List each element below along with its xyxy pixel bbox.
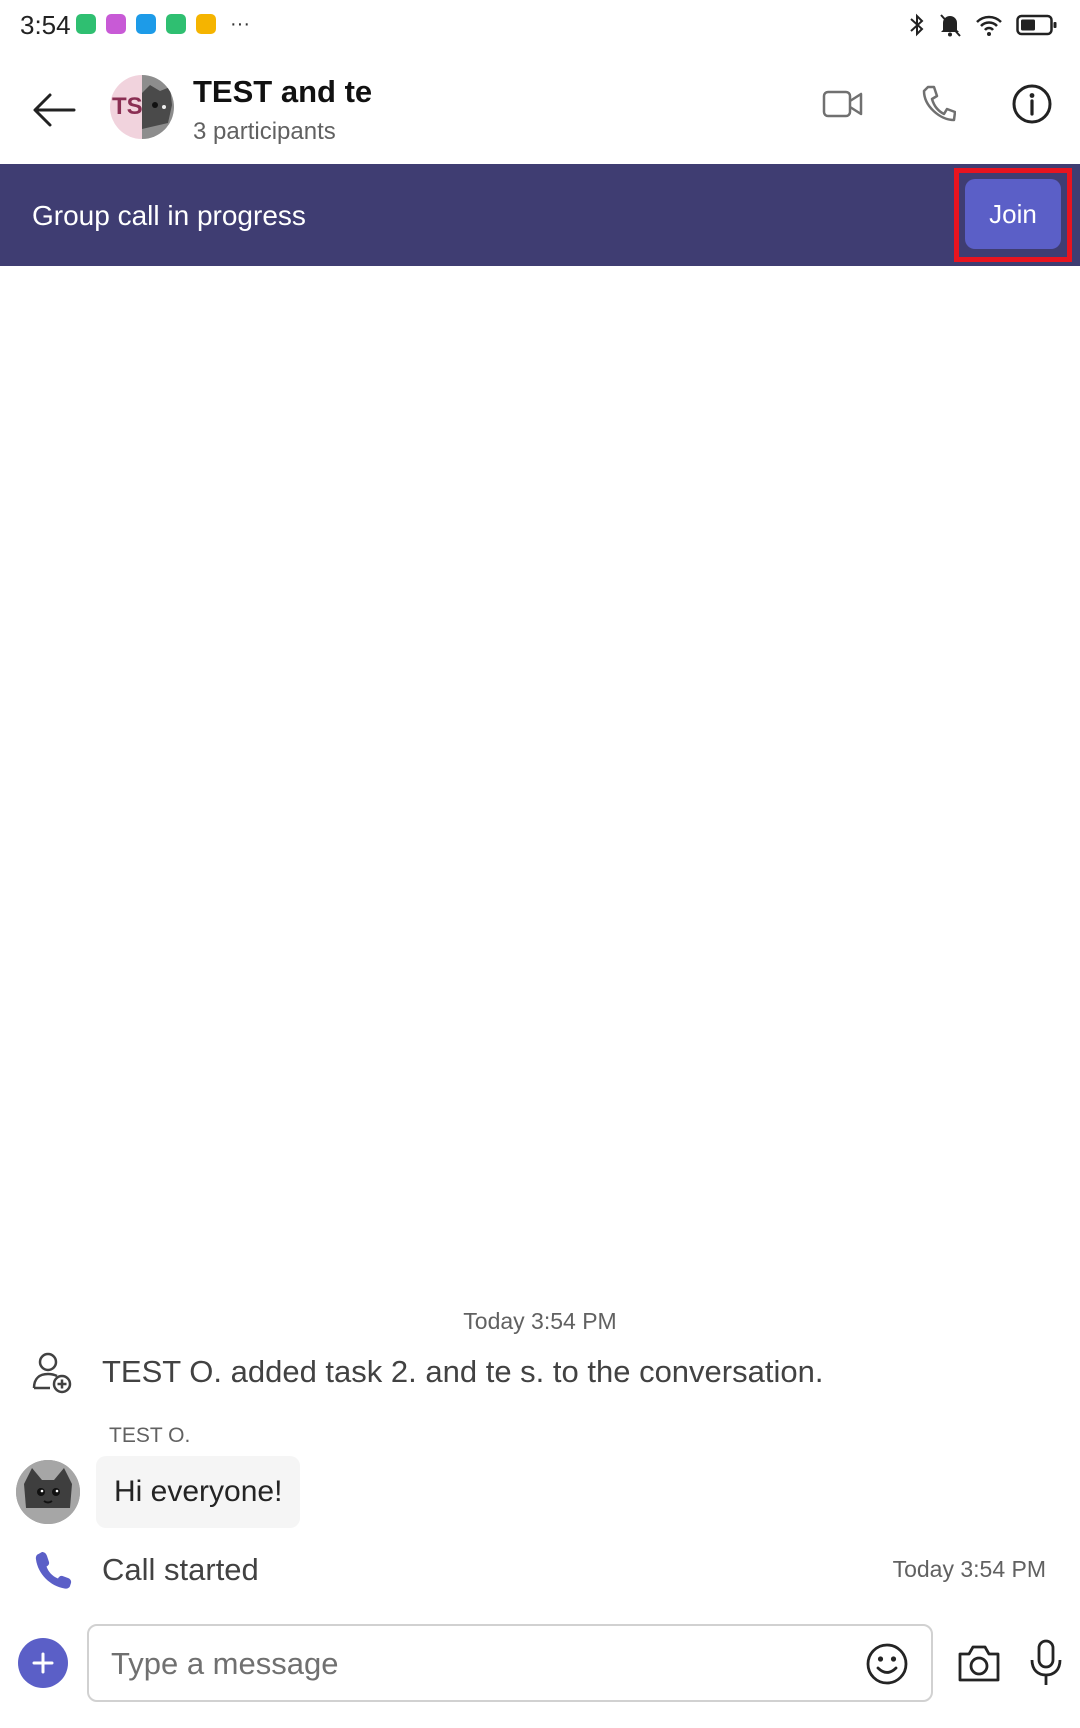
back-button[interactable] bbox=[26, 82, 82, 138]
app-notification-icon bbox=[106, 14, 126, 34]
sender-avatar[interactable] bbox=[16, 1460, 80, 1524]
app-notification-icon bbox=[166, 14, 186, 34]
system-message: TEST O. added task 2. and te s. to the c… bbox=[30, 1350, 1050, 1400]
app-notification-icon bbox=[136, 14, 156, 34]
video-call-button[interactable] bbox=[815, 76, 871, 132]
status-bar: 3:54 ··· bbox=[0, 0, 1080, 52]
video-camera-icon bbox=[822, 90, 863, 118]
microphone-icon[interactable] bbox=[1028, 1638, 1064, 1688]
emoji-icon[interactable] bbox=[865, 1642, 909, 1686]
arrow-left-icon bbox=[33, 93, 76, 127]
app-notification-icon bbox=[76, 14, 96, 34]
group-call-banner: Group call in progress Join bbox=[0, 164, 1080, 266]
sender-name: TEST O. bbox=[109, 1424, 191, 1447]
message-composer bbox=[0, 1614, 1080, 1728]
message-bubble[interactable]: Hi everyone! bbox=[96, 1456, 301, 1528]
chat-header: TS TEST and te 3 participants bbox=[0, 52, 1080, 164]
battery-icon bbox=[1016, 14, 1057, 36]
phone-icon bbox=[35, 1552, 72, 1589]
notification-icons: ··· bbox=[76, 14, 250, 34]
system-message-text: TEST O. added task 2. and te s. to the c… bbox=[102, 1354, 824, 1389]
group-avatar[interactable]: TS bbox=[110, 75, 174, 139]
status-time: 3:54 bbox=[20, 10, 71, 40]
call-event-time: Today 3:54 PM bbox=[892, 1556, 1046, 1582]
participants-count: 3 participants bbox=[193, 118, 336, 145]
join-call-button[interactable]: Join bbox=[965, 179, 1061, 249]
more-notifications-indicator: ··· bbox=[230, 13, 250, 35]
avatar-initials: TS bbox=[112, 93, 142, 120]
call-started-event: Call started Today 3:54 PM bbox=[30, 1546, 1050, 1598]
mute-icon bbox=[940, 14, 961, 37]
chat-info-button[interactable] bbox=[1004, 76, 1060, 132]
phone-icon bbox=[922, 85, 956, 122]
system-icons bbox=[908, 12, 1058, 38]
plus-icon bbox=[32, 1652, 54, 1674]
person-add-icon bbox=[32, 1352, 72, 1394]
app-notification-icon bbox=[196, 14, 216, 34]
camera-icon[interactable] bbox=[956, 1642, 1002, 1684]
call-banner-text: Group call in progress bbox=[32, 200, 306, 231]
chat-title[interactable]: TEST and te bbox=[193, 74, 372, 110]
call-event-text: Call started bbox=[102, 1552, 259, 1587]
initials-avatar: TS bbox=[110, 75, 142, 139]
add-attachment-button[interactable] bbox=[18, 1638, 68, 1688]
message-input-box bbox=[87, 1624, 933, 1702]
bluetooth-icon bbox=[910, 13, 924, 37]
wifi-icon bbox=[976, 15, 1002, 36]
conversation-timestamp: Today 3:54 PM bbox=[463, 1308, 617, 1334]
info-icon bbox=[1012, 84, 1052, 124]
cat-avatar bbox=[142, 75, 174, 139]
message-input[interactable] bbox=[109, 1626, 853, 1702]
audio-call-button[interactable] bbox=[910, 76, 966, 132]
